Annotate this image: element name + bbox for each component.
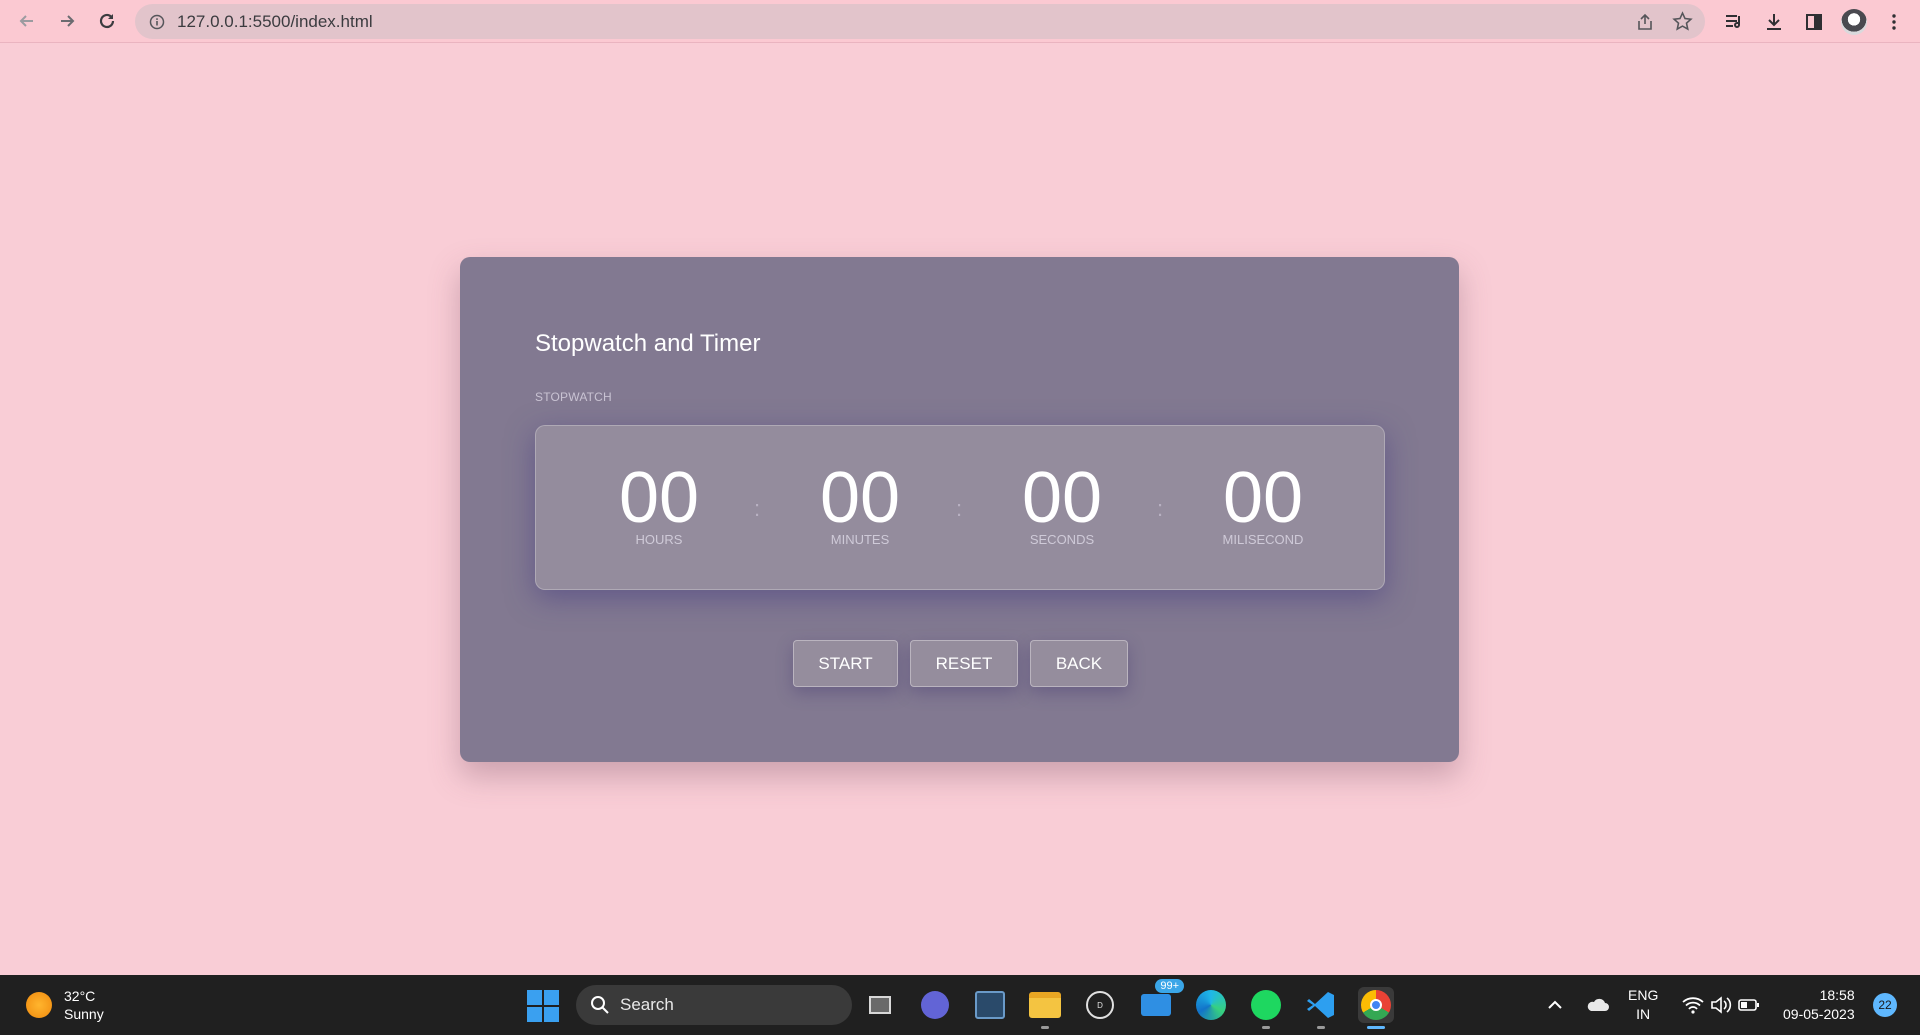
hours-unit: 00 HOURS: [584, 458, 734, 547]
weather-temp: 32°C: [64, 988, 96, 1004]
clock-date: 09-05-2023: [1783, 1006, 1855, 1022]
separator: :: [1157, 496, 1164, 521]
separator: :: [754, 496, 761, 521]
star-icon[interactable]: [1672, 11, 1693, 32]
side-panel-icon[interactable]: [1794, 2, 1834, 42]
separator: :: [956, 496, 963, 521]
dell-icon[interactable]: D: [1082, 987, 1118, 1023]
onedrive-icon[interactable]: [1585, 975, 1609, 1035]
language-indicator[interactable]: ENG IN: [1628, 975, 1658, 1035]
reading-list-icon[interactable]: [1714, 2, 1754, 42]
file-explorer-icon[interactable]: [1027, 987, 1063, 1029]
clock[interactable]: 18:58 09-05-2023: [1783, 975, 1855, 1035]
reload-button[interactable]: [90, 4, 124, 38]
download-icon[interactable]: [1754, 2, 1794, 42]
milliseconds-unit: 00 MILISECOND: [1188, 458, 1338, 547]
time-display: 00 HOURS : 00 MINUTES : 00 SECONDS : 00 …: [535, 425, 1385, 590]
seconds-value: 00: [1021, 458, 1103, 538]
hours-label: HOURS: [635, 532, 683, 547]
back-arrow-icon: [19, 15, 33, 27]
kebab-menu-icon[interactable]: [1874, 2, 1914, 42]
milliseconds-value: 00: [1222, 458, 1304, 538]
minutes-unit: 00 MINUTES: [785, 458, 935, 547]
windows-start-icon[interactable]: [527, 990, 559, 1022]
start-button[interactable]: START: [793, 640, 898, 687]
seconds-label: SECONDS: [1029, 532, 1095, 547]
browser-toolbar: 127.0.0.1:5500/index.html: [0, 0, 1920, 43]
profile-avatar: [1841, 8, 1867, 35]
volume-icon: [1711, 996, 1732, 1014]
forward-arrow-icon: [61, 15, 75, 27]
chevron-up-icon[interactable]: [1545, 995, 1565, 1015]
clock-time: 18:58: [1819, 987, 1855, 1003]
minutes-label: MINUTES: [830, 532, 890, 547]
sql-icon[interactable]: [972, 987, 1008, 1023]
controls: START RESET BACK: [460, 640, 1459, 687]
weather-condition: Sunny: [64, 1006, 104, 1022]
teams-icon[interactable]: [917, 987, 953, 1023]
wifi-icon: [1682, 997, 1704, 1014]
sun-icon: [26, 992, 52, 1018]
seconds-unit: 00 SECONDS: [987, 458, 1137, 547]
language-line2: IN: [1636, 1006, 1651, 1022]
minutes-value: 00: [819, 458, 901, 538]
section-label: STOPWATCH: [535, 390, 612, 404]
back-button[interactable]: BACK: [1030, 640, 1128, 687]
quick-settings[interactable]: [1682, 975, 1760, 1035]
info-icon[interactable]: [149, 14, 165, 30]
search-placeholder: Search: [620, 995, 674, 1014]
spotify-icon[interactable]: [1248, 987, 1284, 1029]
notification-badge[interactable]: 22: [1873, 993, 1897, 1017]
toolbar-icons: [1714, 0, 1920, 43]
task-view-icon[interactable]: [862, 987, 898, 1023]
back-button[interactable]: [10, 4, 44, 38]
profile-button[interactable]: [1834, 2, 1874, 42]
share-icon[interactable]: [1635, 12, 1655, 32]
address-bar[interactable]: 127.0.0.1:5500/index.html: [135, 4, 1705, 39]
taskbar-search[interactable]: Search: [576, 985, 852, 1025]
page-title: Stopwatch and Timer: [535, 330, 761, 357]
edge-icon[interactable]: [1193, 987, 1229, 1023]
mail-badge: 99+: [1155, 979, 1184, 993]
stopwatch-card: Stopwatch and Timer STOPWATCH 00 HOURS :…: [460, 257, 1459, 762]
hours-value: 00: [618, 458, 700, 538]
reset-button[interactable]: RESET: [910, 640, 1018, 687]
chrome-icon[interactable]: [1358, 987, 1394, 1029]
weather-widget[interactable]: 32°C Sunny: [26, 987, 104, 1023]
mail-icon[interactable]: 99+: [1138, 979, 1184, 1023]
battery-icon: [1738, 999, 1759, 1011]
search-icon: [591, 996, 609, 1014]
milliseconds-label: MILISECOND: [1222, 532, 1304, 547]
vscode-icon[interactable]: [1303, 987, 1339, 1029]
reload-icon: [99, 13, 115, 29]
language-line1: ENG: [1628, 987, 1659, 1003]
forward-button[interactable]: [50, 4, 84, 38]
taskbar: 32°C Sunny Search D 99+ ENG IN 18:58 09-…: [0, 975, 1920, 1035]
system-tray: [1545, 975, 1565, 1035]
url-text[interactable]: 127.0.0.1:5500/index.html: [177, 12, 373, 32]
